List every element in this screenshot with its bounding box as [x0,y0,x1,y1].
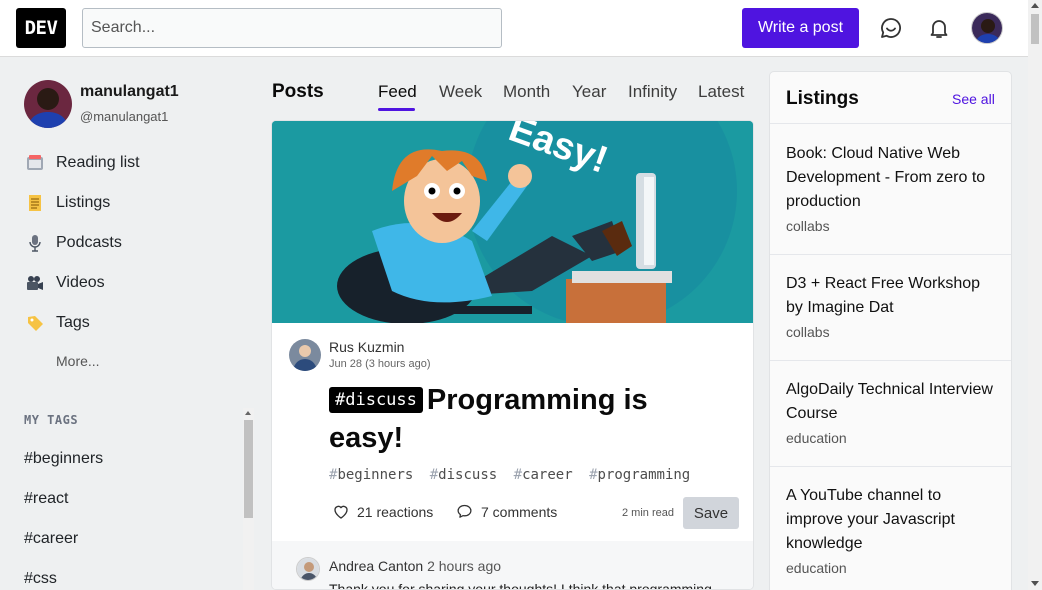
post-tag[interactable]: #beginners [329,467,413,483]
listing-item[interactable]: D3 + React Free Workshop by Imagine Dat … [770,255,1011,361]
listing-title[interactable]: Book: Cloud Native Web Development - Fro… [786,142,1001,214]
profile-username: manulangat1 [80,83,179,100]
chat-icon[interactable] [877,14,905,42]
listing-title[interactable]: AlgoDaily Technical Interview Course [786,378,1001,426]
tab-year[interactable]: Year [572,82,606,102]
sidebar-item-podcasts[interactable]: Podcasts [24,228,244,258]
podcast-icon [24,232,46,254]
post-author[interactable]: Rus Kuzmin [329,339,404,355]
tab-infinity[interactable]: Infinity [628,82,677,102]
listing-title[interactable]: D3 + React Free Workshop by Imagine Dat [786,272,1001,320]
profile-avatar[interactable] [24,80,72,128]
sidebar-tag[interactable]: #react [24,490,68,508]
top-navbar: DEV Write a post [0,0,1028,57]
listing-item[interactable]: AlgoDaily Technical Interview Course edu… [770,361,1011,467]
profile-handle: @manulangat1 [80,109,169,124]
post-tag[interactable]: #discuss [430,467,497,483]
listing-category: collabs [786,218,830,234]
top-comment[interactable]: Andrea Canton 2 hours ago Thank you for … [272,541,753,590]
post-date[interactable]: Jun 28 (3 hours ago) [329,358,431,370]
sidebar-item-label: Podcasts [56,234,122,251]
sidebar-item-listings[interactable]: Listings [24,188,244,218]
tags-scrollbar[interactable] [243,408,254,590]
comments-count: 7 comments [481,503,558,520]
active-tab-indicator [378,108,415,111]
tab-latest[interactable]: Latest [698,82,744,102]
comment-text: Thank you for sharing your thoughts! I t… [329,581,712,590]
video-icon [24,272,46,294]
heart-icon [332,503,350,521]
scroll-thumb[interactable] [1031,14,1039,44]
listing-category: education [786,560,847,576]
comment-icon [456,503,473,520]
sidebar-item-label: Videos [56,274,105,291]
tab-week[interactable]: Week [439,82,482,102]
comment-time: 2 hours ago [427,558,502,574]
listings-title: Listings [786,88,859,109]
save-button[interactable]: Save [683,497,739,529]
sidebar-tag[interactable]: #career [24,530,78,548]
sidebar-item-label: Reading list [56,154,140,171]
discuss-badge[interactable]: #discuss [329,387,423,413]
page-scrollbar[interactable] [1028,0,1042,590]
sidebar-more-link[interactable]: More... [56,353,100,369]
scroll-up-arrow[interactable] [1031,3,1039,8]
my-tags-heading: MY TAGS [24,413,79,427]
comments-button[interactable]: 7 comments [456,503,557,520]
read-time: 2 min read [622,507,674,519]
dev-logo[interactable]: DEV [16,8,66,48]
listings-panel: Listings See all Book: Cloud Native Web … [769,71,1012,590]
tab-feed[interactable]: Feed [378,82,417,102]
listing-item[interactable]: Book: Cloud Native Web Development - Fro… [770,125,1011,255]
post-cover-image[interactable]: Easy! [272,121,753,323]
scroll-down-arrow[interactable] [1031,581,1039,586]
sidebar-item-label: Tags [56,314,90,331]
sidebar-item-videos[interactable]: Videos [24,268,244,298]
tag-icon [24,312,46,334]
reactions-count: 21 reactions [357,504,434,520]
post-title[interactable]: #discuss Programming is easy! [329,381,729,457]
tab-month[interactable]: Month [503,82,550,102]
listing-category: education [786,430,847,446]
sidebar-item-tags[interactable]: Tags [24,308,244,338]
listings-icon [24,192,46,214]
sidebar-tag[interactable]: #css [24,570,57,588]
listing-title[interactable]: A YouTube channel to improve your Javasc… [786,484,1001,556]
listing-category: collabs [786,324,830,340]
posts-heading: Posts [272,81,324,102]
comment-meta[interactable]: Andrea Canton 2 hours ago [329,558,501,574]
see-all-link[interactable]: See all [952,91,995,107]
sidebar-tag[interactable]: #beginners [24,450,103,468]
tags-scroll-up-arrow[interactable] [245,411,251,415]
listing-item[interactable]: A YouTube channel to improve your Javasc… [770,467,1011,590]
reading-list-icon [24,152,46,174]
sidebar-item-label: Listings [56,194,111,211]
post-card[interactable]: Easy! Rus Kuzmin Jun 28 (3 hours ago) #d… [271,120,754,590]
commenter-name[interactable]: Andrea Canton [329,558,423,574]
sidebar-item-reading-list[interactable]: Reading list [24,148,244,178]
post-tag[interactable]: #career [514,467,573,483]
tags-scroll-thumb[interactable] [244,420,253,518]
post-tag[interactable]: #programming [589,467,690,483]
reactions-button[interactable]: 21 reactions [332,503,433,521]
bell-icon[interactable] [925,14,953,42]
sidebar-profile[interactable]: manulangat1 @manulangat1 [24,80,254,128]
commenter-avatar[interactable] [296,557,320,581]
post-tags: #beginners #discuss #career #programming [329,467,698,483]
user-avatar[interactable] [971,12,1003,44]
search-input[interactable] [82,8,502,48]
write-post-button[interactable]: Write a post [742,8,859,48]
author-avatar[interactable] [289,339,321,371]
listings-header: Listings See all [770,72,1011,124]
